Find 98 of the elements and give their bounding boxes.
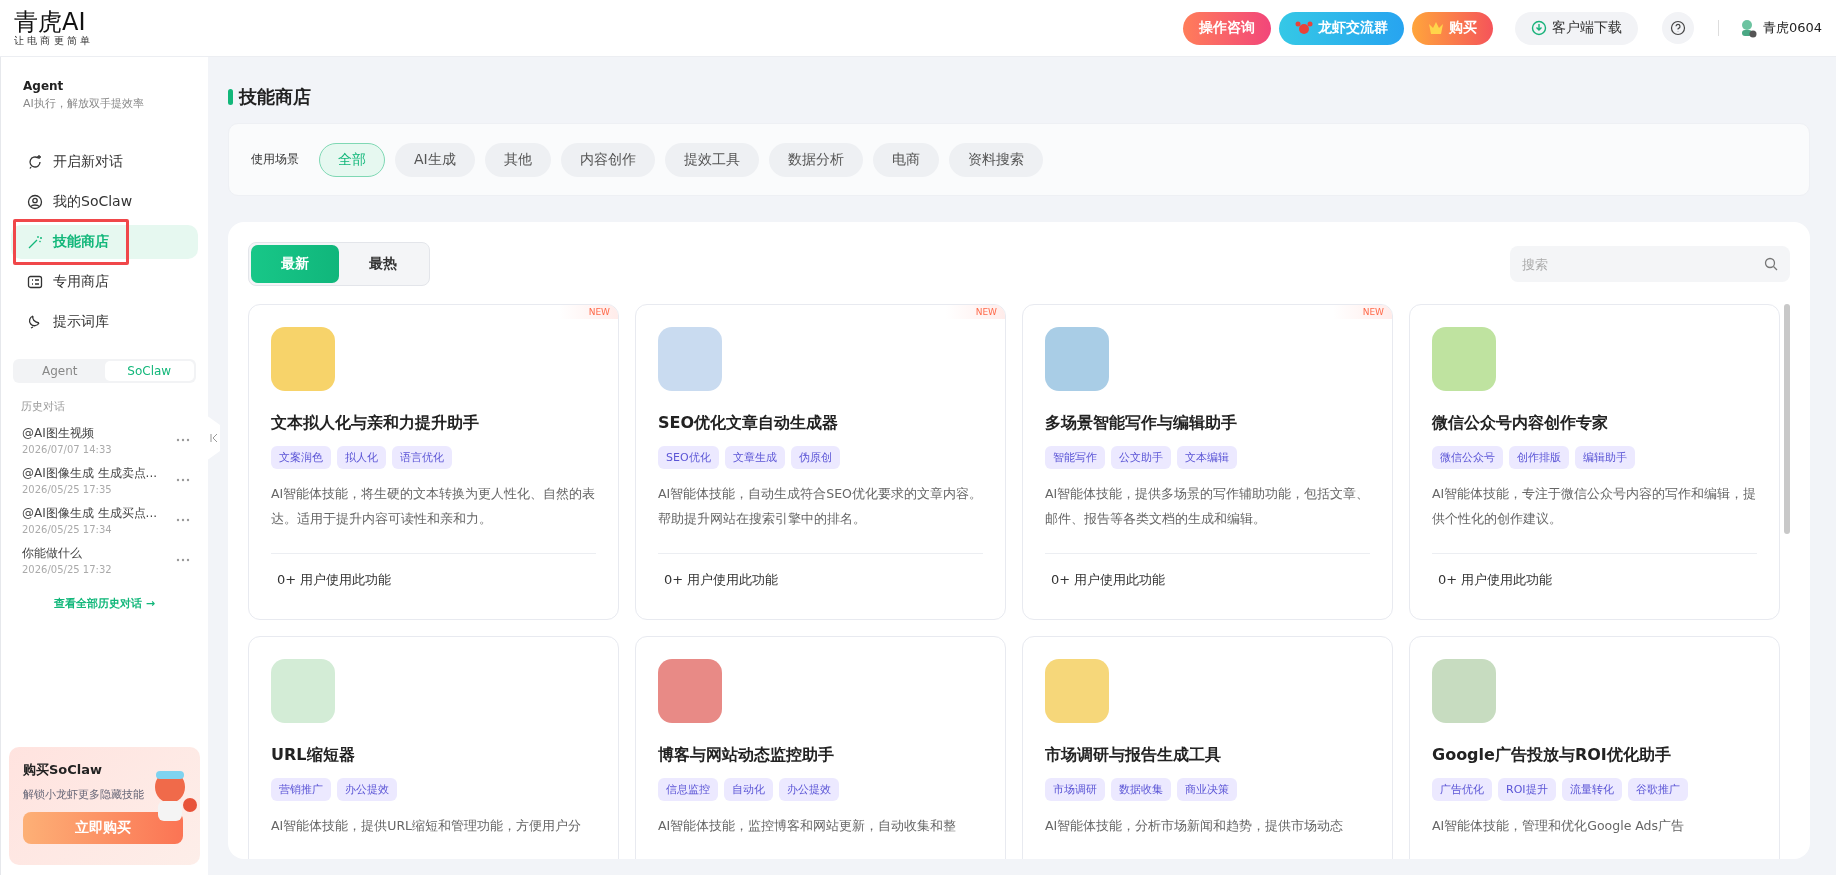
usage-count: 0+ 用户使用此功能 xyxy=(1437,571,1554,589)
skill-description: AI智能体技能，监控博客和网站更新，自动收集和整 xyxy=(658,817,958,835)
download-button[interactable]: 客户端下载 xyxy=(1514,11,1638,45)
skill-card[interactable]: Google广告投放与ROI优化助手 广告优化 ROI提升 流量转化 谷歌推广 AI智能体技能，管理和优化Google Ads广告 xyxy=(1409,636,1780,859)
skill-card[interactable]: 博客与网站动态监控助手 信息监控 自动化 办公提效 AI智能体技能，监控博客和网站更新，自动收集和整 xyxy=(635,636,1006,859)
skill-tag: 文案润色 xyxy=(271,446,331,469)
skill-tag: 办公提效 xyxy=(779,778,839,801)
history-heading: 历史对话 xyxy=(20,399,66,415)
filter-chip[interactable]: 其他 xyxy=(484,142,551,177)
more-icon[interactable] xyxy=(176,558,190,562)
skill-name: 微信公众号内容创作专家 xyxy=(1432,413,1609,434)
logo: 青虎AI xyxy=(14,10,87,34)
skill-name: 多场景智能写作与编辑助手 xyxy=(1045,413,1238,434)
skill-description: AI智能体技能，管理和优化Google Ads广告 xyxy=(1432,817,1686,835)
skill-tag: 微信公众号 xyxy=(1432,446,1503,469)
skill-tag: 拟人化 xyxy=(337,446,386,469)
more-icon[interactable] xyxy=(176,478,190,482)
skill-name: SEO优化文章自动生成器 xyxy=(658,413,840,434)
search-field[interactable]: 搜索 xyxy=(1510,246,1790,282)
skill-tag: 自动化 xyxy=(724,778,773,801)
more-icon[interactable] xyxy=(176,518,190,522)
skill-description: AI智能体技能，将生硬的文本转换为更人性化、自然的表达。适用于提升内容可读性和亲和力。 xyxy=(271,485,596,528)
skill-card[interactable]: 市场调研与报告生成工具 市场调研 数据收集 商业决策 AI智能体技能，分析市场新闻和趋势，提供市场动态 xyxy=(1022,636,1393,859)
history-title[interactable]: @AI图像生成 生成卖点... xyxy=(22,465,176,482)
filter-chip[interactable]: 资料搜索 xyxy=(948,142,1043,177)
skill-tag: 编辑助手 xyxy=(1575,446,1635,469)
help-button[interactable] xyxy=(1661,12,1694,44)
history-time: 2026/07/07 14:33 xyxy=(22,444,113,455)
skill-card[interactable]: NEW 文本拟人化与亲和力提升助手 文案润色 拟人化 语言优化 AI智能体技能，将生硬的文本转换为更人性化、自然的表达。适用于提升内容可读性和亲和力。 0+ 用户使用此功能 xyxy=(248,304,619,620)
skill-name: Google广告投放与ROI优化助手 xyxy=(1432,745,1672,766)
filter-chip[interactable]: AI生成 xyxy=(395,142,475,177)
history-title[interactable]: 你能做什么 xyxy=(22,545,176,562)
skill-card[interactable]: 微信公众号内容创作专家 微信公众号 创作排版 编辑助手 AI智能体技能，专注于微信公众号内容的写作和编辑，提供个性化的创作建议。 0+ 用户使用此功能 xyxy=(1409,304,1780,620)
history-time: 2026/05/25 17:35 xyxy=(22,484,113,495)
skill-tag: 创作排版 xyxy=(1509,446,1569,469)
sidebar-title: Agent xyxy=(22,79,65,93)
title-accent xyxy=(228,89,233,105)
usage-count: 0+ 用户使用此功能 xyxy=(1050,571,1167,589)
skill-card[interactable]: NEW 多场景智能写作与编辑助手 智能写作 公文助手 文本编辑 AI智能体技能，提供多场景的写作辅助功能，包括文章、邮件、报告等各类文档的生成和编辑。 0+ 用户使用此功能 xyxy=(1022,304,1393,620)
filter-chip[interactable]: 数据分析 xyxy=(768,142,863,177)
skill-tag: 数据收集 xyxy=(1111,778,1171,801)
skill-tag: SEO优化 xyxy=(658,446,719,469)
skill-description: AI智能体技能，分析市场新闻和趋势，提供市场动态 xyxy=(1045,817,1345,835)
filter-chip[interactable]: 提效工具 xyxy=(664,142,759,177)
skill-description: AI智能体技能，提供多场景的写作辅助功能，包括文章、邮件、报告等各类文档的生成和编辑。 xyxy=(1045,485,1370,528)
slogan: 让 电 商 更 简 单 xyxy=(14,36,90,46)
user-name: 青虎0604 xyxy=(1762,19,1822,37)
filter-chip[interactable]: 电商 xyxy=(872,142,939,177)
user-icon xyxy=(27,194,43,210)
sidebar-subtitle: AI执行，解放双手提效率 xyxy=(22,96,145,111)
download-icon xyxy=(1530,20,1547,36)
nav-item[interactable]: 提示词库 xyxy=(11,305,198,339)
skill-name: 博客与网站动态监控助手 xyxy=(658,745,835,766)
nav-item[interactable]: 开启新对话 xyxy=(11,145,198,179)
sort-tab[interactable]: 最热 xyxy=(339,245,427,283)
skill-tag: 谷歌推广 xyxy=(1627,778,1688,801)
history-time: 2026/05/25 17:34 xyxy=(22,524,113,535)
promo-text: 解锁小龙虾更多隐藏技能 xyxy=(23,787,145,802)
skill-tag: 营销推广 xyxy=(271,778,331,801)
skill-name: 文本拟人化与亲和力提升助手 xyxy=(271,413,480,434)
skill-tag: 市场调研 xyxy=(1045,778,1105,801)
filter-label: 使用场景 xyxy=(251,151,299,168)
magic-wand-icon xyxy=(27,234,43,250)
crown-icon xyxy=(1427,21,1444,35)
id-card-icon xyxy=(27,274,43,290)
nav-item[interactable]: 专用商店 xyxy=(11,265,198,299)
skill-tag: 文本编辑 xyxy=(1177,446,1237,469)
skill-tag: 信息监控 xyxy=(658,778,718,801)
skill-tag: 公文助手 xyxy=(1111,446,1171,469)
more-icon[interactable] xyxy=(176,438,190,442)
help-icon xyxy=(1669,20,1686,36)
skill-tag: 广告优化 xyxy=(1432,778,1492,801)
history-title[interactable]: @AI图像生成 生成买点... xyxy=(22,505,176,522)
search-icon xyxy=(1764,257,1778,271)
skill-tag: ROI提升 xyxy=(1498,778,1556,801)
skill-tag: 文章生成 xyxy=(724,446,785,469)
skill-name: URL缩短器 xyxy=(271,745,356,766)
usage-count: 0+ 用户使用此功能 xyxy=(276,571,393,589)
history-time: 2026/05/25 17:32 xyxy=(22,564,113,575)
skill-card[interactable]: NEW SEO优化文章自动生成器 SEO优化 文章生成 伪原创 AI智能体技能，自动生成符合SEO优化要求的文章内容。帮助提升网站在搜索引擎中的排名。 0+ 用户使用此功能 xyxy=(635,304,1006,620)
skill-description: AI智能体技能，专注于微信公众号内容的写作和编辑，提供个性化的创作建议。 xyxy=(1432,485,1757,528)
nav-item[interactable]: 我的SoClaw xyxy=(11,185,198,219)
skill-tag: 流量转化 xyxy=(1561,778,1622,801)
skill-description: AI智能体技能，自动生成符合SEO优化要求的文章内容。帮助提升网站在搜索引擎中的排名。 xyxy=(658,485,983,528)
promo-title: 购买SoClaw xyxy=(23,761,104,779)
skill-card[interactable]: URL缩短器 营销推广 办公提效 AI智能体技能，提供URL缩短和管理功能，方便用户分 xyxy=(248,636,619,859)
skill-tag: 伪原创 xyxy=(790,446,840,469)
collapse-icon[interactable] xyxy=(206,415,222,461)
skill-name: 市场调研与报告生成工具 xyxy=(1045,745,1222,766)
history-title[interactable]: @AI图生视频 xyxy=(22,425,176,442)
skill-tag: 办公提效 xyxy=(337,778,397,801)
page-title: 技能商店 xyxy=(239,85,311,109)
skill-tag: 商业决策 xyxy=(1177,778,1237,801)
usage-count: 0+ 用户使用此功能 xyxy=(663,571,780,589)
skill-tag: 语言优化 xyxy=(392,446,452,469)
skill-description: AI智能体技能，提供URL缩短和管理功能，方便用户分 xyxy=(271,817,583,835)
filter-chip[interactable]: 内容创作 xyxy=(560,142,655,177)
skill-tag: 智能写作 xyxy=(1045,446,1105,469)
